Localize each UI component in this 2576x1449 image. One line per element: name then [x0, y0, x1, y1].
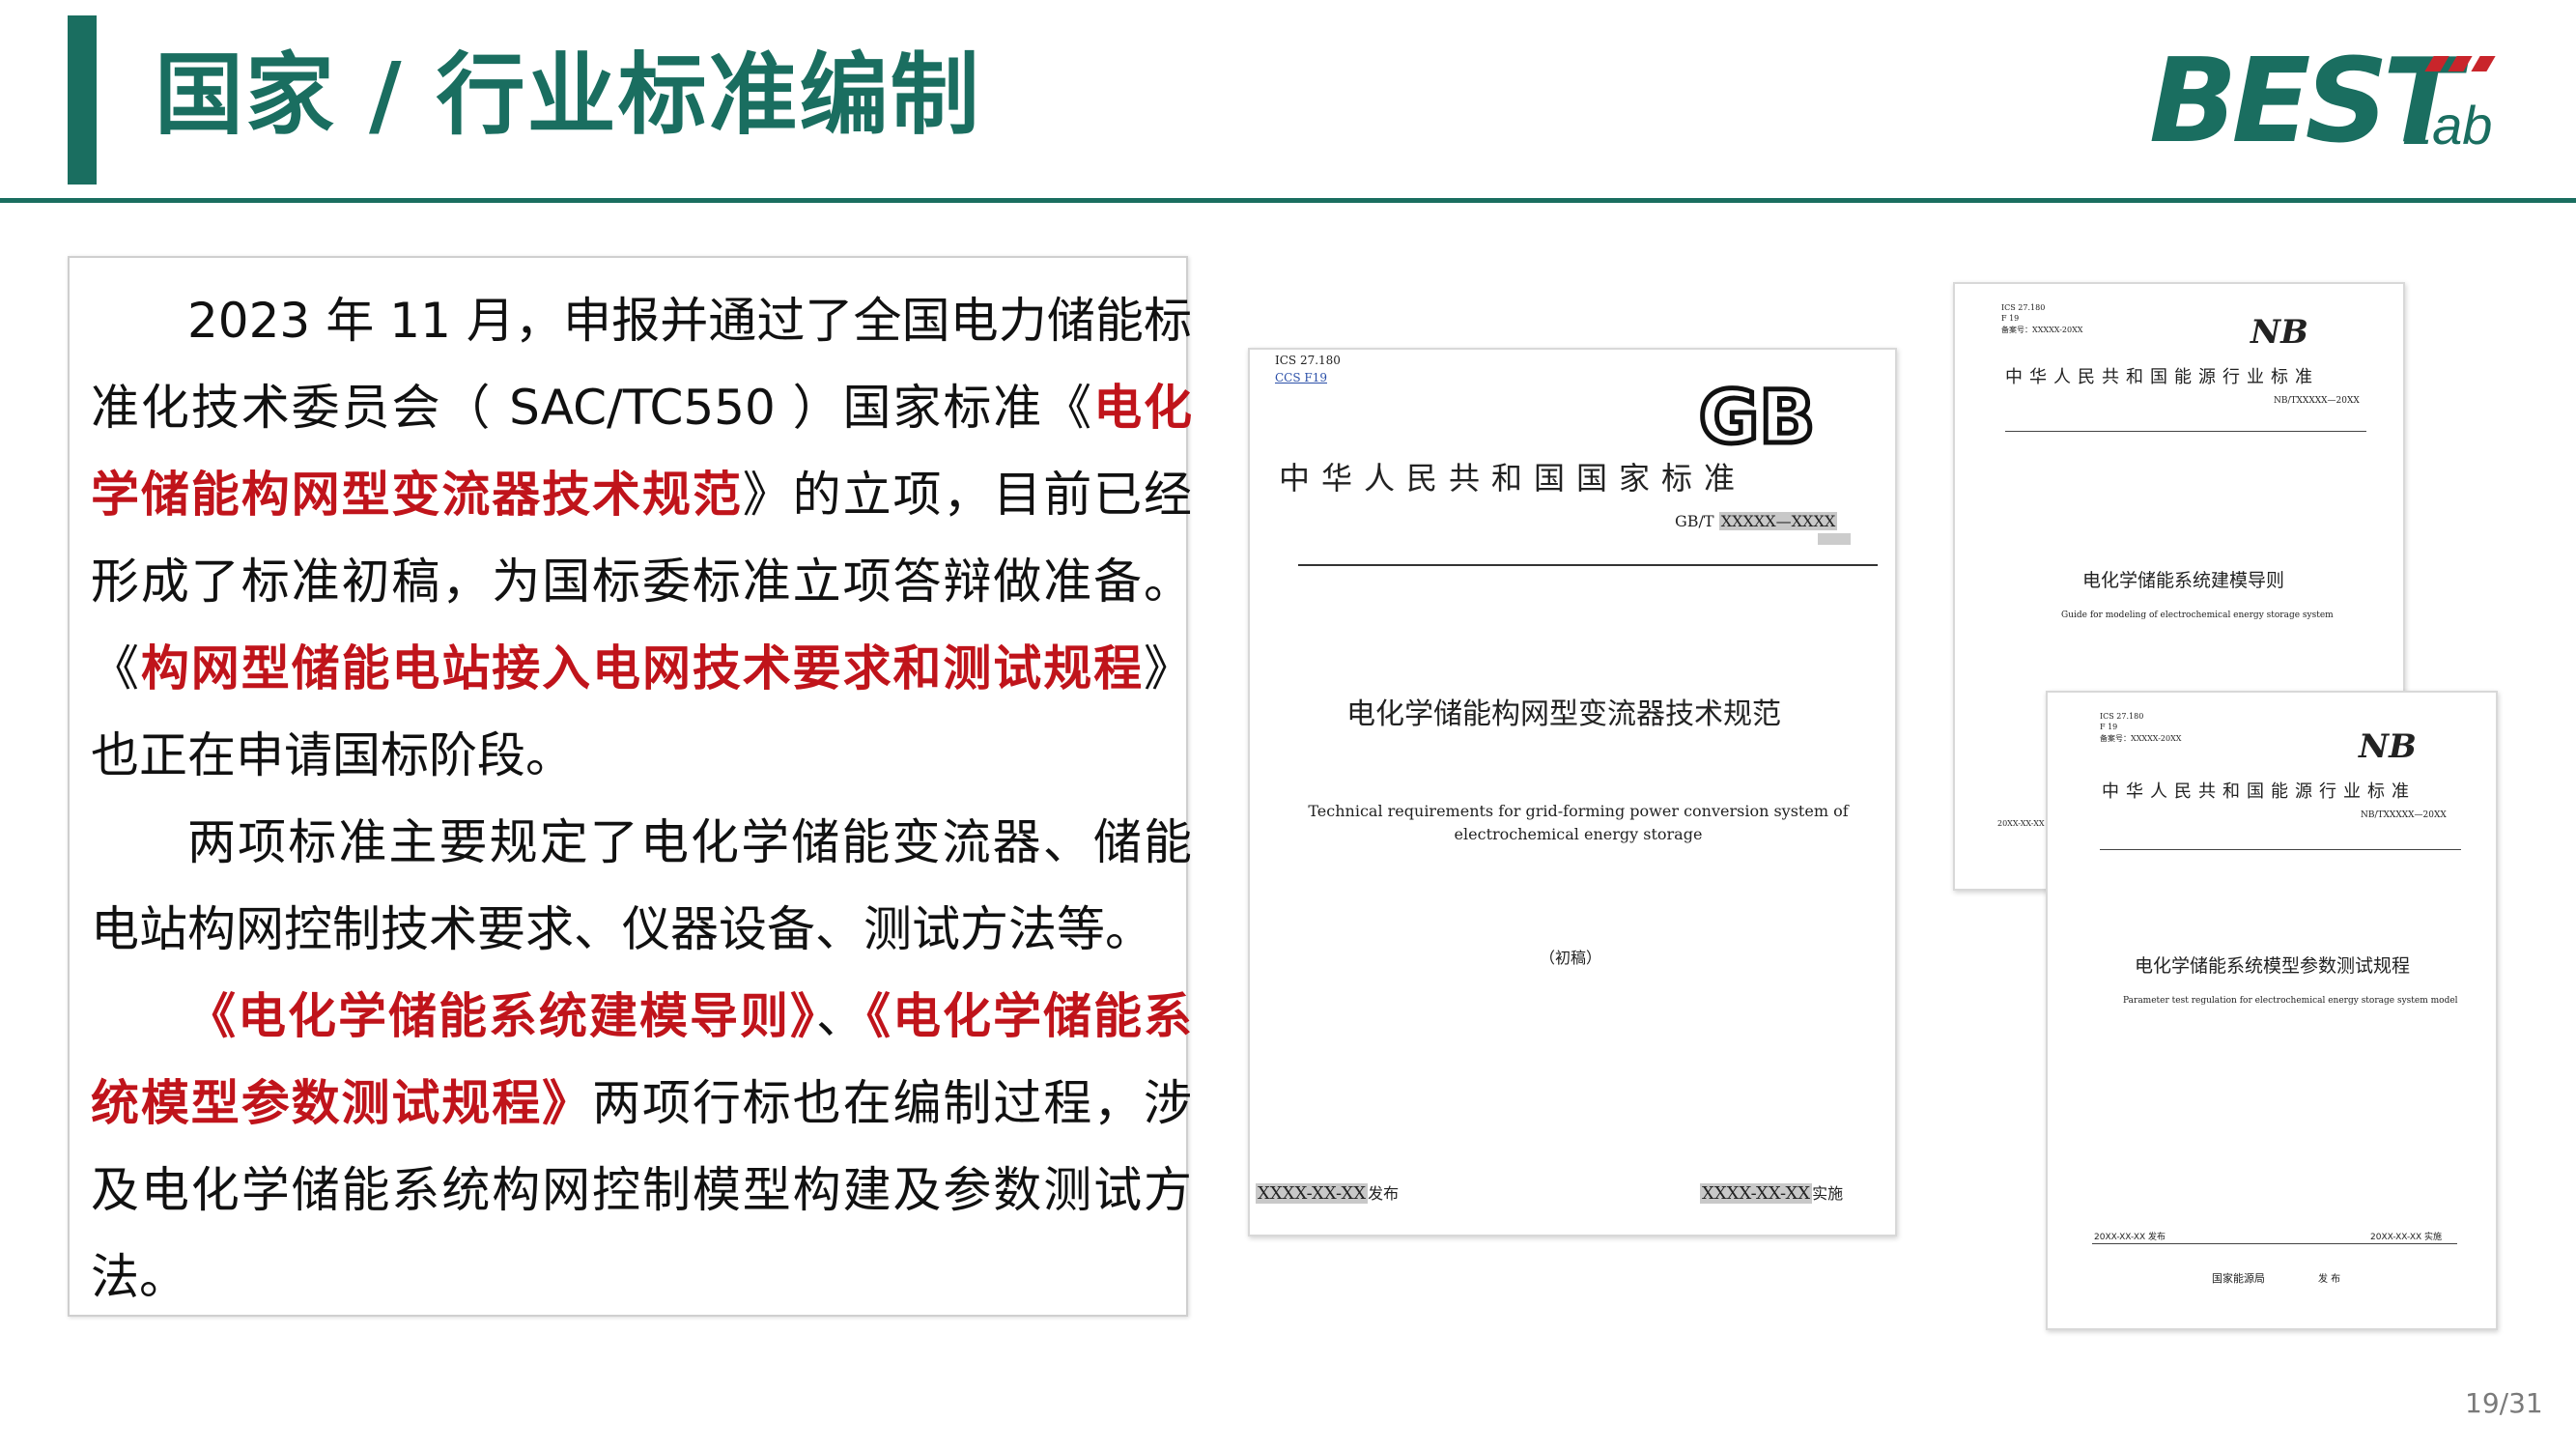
page-title: 国家 / 行业标准编制: [155, 43, 981, 147]
nb2-number: NB/TXXXXX—20XX: [2361, 810, 2447, 820]
nb2-record: 备案号：XXXXX-20XX: [2100, 734, 2182, 743]
nb1-issue-date: 20XX-XX-XX: [1997, 819, 2045, 828]
nb1-ics: ICS 27.180: [2001, 303, 2046, 312]
gb-ccs: CCS F19: [1275, 371, 1327, 384]
gb-draft-label: （初稿）: [1540, 949, 1602, 967]
paragraph-scope: 两项标准主要规定了电化学储能变流器、储能电站构网控制技术要求、仪器设备、测试方法…: [91, 814, 1192, 957]
p3-standard-name-1: 《电化学储能系统建模导则》: [187, 988, 816, 1044]
gb-number-prefix: GB/T: [1675, 512, 1714, 530]
gb-impl: XXXX-XX-XX 实施: [1700, 1180, 1843, 1204]
gb-header-rule: [1298, 564, 1878, 566]
paragraph-national-standards: 2023 年 11 月，申报并通过了全国电力储能标准化技术委员会（ SAC/TC…: [91, 277, 1192, 799]
nb1-ccs: F 19: [2001, 314, 2020, 323]
gb-number: GB/T XXXXX—XXXX: [1675, 512, 1838, 530]
nb2-issue-date: 20XX-XX-XX 发布: [2094, 1233, 2166, 1242]
gb-number-placeholder: [1818, 533, 1851, 545]
text-panel: 2023 年 11 月，申报并通过了全国电力储能标准化技术委员会（ SAC/TC…: [68, 256, 1192, 1317]
nb-standard-cover-parameter-test: ICS 27.180 F 19 备案号：XXXXX-20XX NB 中华人民共和…: [2046, 691, 2498, 1330]
nb2-footer-rule: [2092, 1243, 2457, 1244]
page-number: 19/31: [2465, 1387, 2543, 1419]
gb-title-cn: 电化学储能构网型变流器技术规范: [1346, 697, 1781, 731]
gb-number-value: XXXXX—XXXX: [1718, 512, 1838, 530]
header-divider: [0, 198, 2576, 203]
nb1-number: NB/TXXXXX—20XX: [2274, 396, 2360, 406]
gb-logo-icon: GB: [1696, 379, 1817, 454]
gb-impl-label: 实施: [1812, 1184, 1844, 1203]
nb2-title-cn: 电化学储能系统模型参数测试规程: [2135, 955, 2411, 977]
nb2-impl-date: 20XX-XX-XX 实施: [2370, 1233, 2443, 1242]
bestlab-logo: BEST Lab: [2149, 44, 2497, 160]
nb1-title-en: Guide for modeling of electrochemical en…: [2061, 611, 2334, 620]
gb-title-en: Technical requirements for grid-forming …: [1308, 802, 1849, 843]
nb2-header-rule: [2100, 849, 2461, 850]
nb1-title-cn: 电化学储能系统建模导则: [2082, 570, 2285, 591]
gb-issue-date: XXXX-XX-XX: [1256, 1183, 1369, 1204]
gb-impl-date: XXXX-XX-XX: [1700, 1183, 1813, 1204]
nb2-publish-label: 发 布: [2318, 1274, 2341, 1285]
gb-issue: XXXX-XX-XX 发布: [1256, 1180, 1399, 1204]
nb2-ics: ICS 27.180: [2100, 712, 2144, 721]
nb2-publisher: 国家能源局: [2212, 1272, 2265, 1285]
p1-standard-name-2: 构网型储能电站接入电网技术要求和测试规程: [140, 640, 1145, 696]
nb2-title-en: Parameter test regulation for electroche…: [2123, 996, 2458, 1006]
logo-stripes-icon: [2424, 56, 2497, 71]
nb2-ccs: F 19: [2100, 723, 2118, 731]
title-accent-bar: [68, 15, 97, 185]
body-text: 2023 年 11 月，申报并通过了全国电力储能标准化技术委员会（ SAC/TC…: [91, 277, 1192, 1321]
p3-text-1: 、: [816, 988, 866, 1044]
gb-logo-text: GB: [1699, 379, 1815, 454]
gb-standard-cover: ICS 27.180 CCS F19 GB 中华人民共和国国家标准 GB/T X…: [1248, 348, 1897, 1236]
gb-issue-label: 发布: [1368, 1184, 1400, 1203]
gb-ics: ICS 27.180: [1275, 354, 1341, 367]
nb2-authority: 中华人民共和国能源行业标准: [2102, 781, 2416, 802]
nb1-authority: 中华人民共和国能源行业标准: [2005, 367, 2319, 387]
gb-authority: 中华人民共和国国家标准: [1279, 460, 1747, 497]
nb2-logo: NB: [2359, 727, 2417, 766]
nb1-logo: NB: [2250, 313, 2308, 352]
nb1-record: 备案号：XXXXX-20XX: [2001, 326, 2083, 334]
p1-text-1: 2023 年 11 月，申报并通过了全国电力储能标准化技术委员会（ SAC/TC…: [91, 293, 1192, 436]
logo-text-sub: Lab: [2402, 95, 2493, 156]
paragraph-industry-standards: 《电化学储能系统建模导则》、《电化学储能系统模型参数测试规程》两项行标也在编制过…: [91, 973, 1192, 1321]
nb1-header-rule: [2005, 431, 2366, 432]
